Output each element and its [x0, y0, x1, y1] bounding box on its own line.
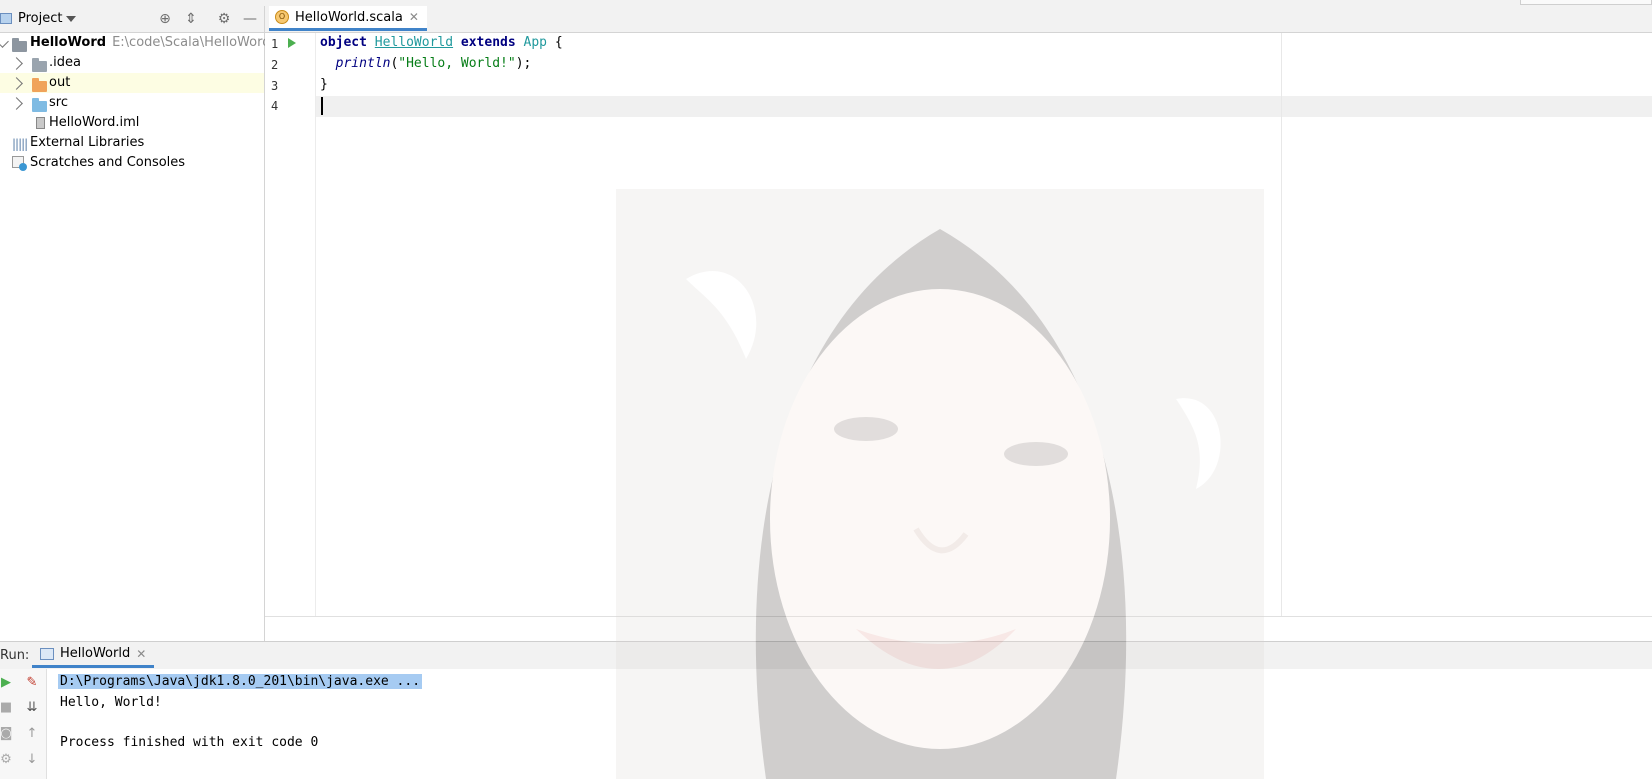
run-panel-label: Run:	[0, 648, 30, 663]
minimize-icon[interactable]: —	[241, 10, 259, 28]
editor-tab-helloworld-scala[interactable]: O HelloWorld.scala ✕	[269, 6, 427, 31]
run-tab-helloworld[interactable]: HelloWorld ✕	[32, 642, 155, 668]
arrow-down-icon[interactable]: ↓	[22, 750, 42, 770]
code-keyword: object	[320, 35, 367, 50]
clear-all-icon[interactable]: ✎	[22, 673, 42, 693]
project-header: Project ⊕ ⇕ ⚙ —	[0, 6, 264, 33]
chevron-right-icon[interactable]	[10, 97, 23, 110]
project-tool-window: Project ⊕ ⇕ ⚙ — HelloWord E:\code\Scala\H…	[0, 6, 270, 641]
close-icon[interactable]: ✕	[136, 647, 146, 661]
library-icon: |||||	[12, 137, 28, 151]
collapse-all-icon[interactable]: ⇕	[182, 10, 200, 28]
current-line-highlight	[316, 96, 1652, 117]
gear-icon[interactable]: ⚙	[215, 10, 233, 28]
right-margin-guide	[1281, 33, 1282, 616]
code-punctuation: );	[515, 56, 532, 71]
tree-item-src[interactable]: src	[0, 93, 264, 113]
editor-tab-label: HelloWorld.scala	[295, 9, 403, 25]
code-line-1[interactable]: object HelloWorld extends App {	[320, 35, 563, 50]
tree-item-label: .idea	[49, 55, 81, 70]
tree-item-iml[interactable]: HelloWord.iml	[0, 113, 264, 133]
excluded-folder-icon	[32, 78, 47, 92]
console-line-exit: Process finished with exit code 0	[60, 735, 319, 750]
tree-item-root-project[interactable]: HelloWord E:\code\Scala\HelloWord	[0, 33, 270, 53]
chevron-down-icon[interactable]	[66, 16, 76, 22]
line-number: 1	[271, 37, 279, 51]
line-number: 2	[271, 58, 279, 72]
run-tool-window-header: Run: HelloWorld ✕	[0, 641, 1652, 670]
tree-item-label: HelloWord	[30, 35, 107, 50]
project-view-selector[interactable]: Project	[18, 11, 62, 26]
chevron-down-icon[interactable]	[0, 35, 9, 48]
code-class-name[interactable]: HelloWorld	[375, 35, 453, 50]
code-editor[interactable]	[316, 33, 1652, 616]
editor-tab-bar: O HelloWorld.scala ✕	[265, 6, 1652, 33]
sort-icon[interactable]: ⇊	[22, 698, 42, 718]
text-cursor	[321, 97, 323, 115]
code-line-3[interactable]: }	[320, 77, 328, 92]
line-number: 4	[271, 99, 279, 113]
tree-item-label: out	[49, 75, 71, 90]
source-folder-icon	[32, 98, 47, 112]
tree-item-label: HelloWord.iml	[49, 115, 140, 130]
run-tab-label: HelloWorld	[60, 646, 131, 661]
tree-item-label: Scratches and Consoles	[30, 155, 186, 170]
application-icon	[40, 647, 54, 660]
arrow-up-icon[interactable]: ↑	[22, 724, 42, 744]
folder-icon	[32, 58, 47, 72]
tree-item-idea[interactable]: .idea	[0, 53, 264, 73]
stop-icon[interactable]: ■	[0, 698, 16, 718]
chevron-right-icon[interactable]	[10, 57, 23, 70]
tree-item-out[interactable]: out	[0, 73, 264, 93]
close-icon[interactable]: ✕	[409, 10, 419, 24]
window-control-edge	[1520, 0, 1652, 5]
code-punctuation: {	[547, 35, 563, 50]
clock-badge-icon	[19, 163, 27, 171]
camera-icon[interactable]: ◙	[0, 724, 16, 744]
code-line-2[interactable]: println("Hello, World!");	[320, 56, 532, 71]
code-string: "Hello, World!"	[398, 56, 516, 71]
console-output[interactable]: D:\Programs\Java\jdk1.8.0_201\bin\java.e…	[47, 669, 1652, 779]
chevron-right-icon[interactable]	[10, 77, 23, 90]
code-function: println	[335, 56, 391, 71]
code-keyword: extends	[460, 35, 516, 50]
project-path: E:\code\Scala\HelloWord	[112, 35, 271, 50]
tree-item-scratches[interactable]: Scratches and Consoles	[0, 153, 264, 173]
editor-bottom-strip	[265, 616, 1652, 642]
console-line-output: Hello, World!	[60, 695, 162, 710]
iml-file-icon	[36, 117, 45, 129]
tree-item-external-libraries[interactable]: ||||| External Libraries	[0, 133, 264, 153]
code-type-name: App	[523, 35, 548, 50]
settings-icon[interactable]: ⚙	[0, 750, 16, 770]
module-folder-icon	[12, 38, 27, 52]
editor-gutter: 1 2 3 4	[265, 33, 316, 616]
tree-item-label: src	[49, 95, 68, 110]
console-line-command: D:\Programs\Java\jdk1.8.0_201\bin\java.e…	[58, 674, 423, 689]
code-punctuation: }	[320, 77, 328, 92]
project-view-icon	[0, 13, 12, 24]
line-number: 3	[271, 79, 279, 93]
run-toolbar: ▶ ✎ ■ ⇊ ◙ ↑ ⚙ ↓	[0, 669, 47, 779]
locate-target-icon[interactable]: ⊕	[156, 10, 174, 28]
scala-object-icon: O	[275, 10, 289, 24]
tree-item-label: External Libraries	[30, 135, 145, 150]
rerun-icon[interactable]: ▶	[0, 673, 16, 693]
run-gutter-icon[interactable]	[288, 38, 296, 48]
